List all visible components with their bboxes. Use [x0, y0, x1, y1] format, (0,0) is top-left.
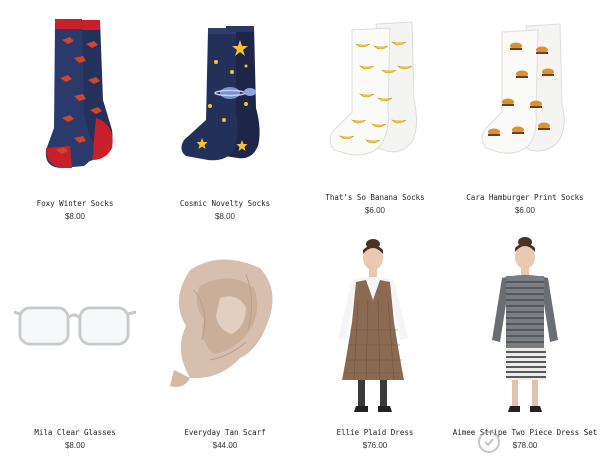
- product-card[interactable]: Everyday Tan Scarf $44.00: [150, 230, 300, 461]
- product-price: $8.00: [64, 441, 86, 450]
- product-name[interactable]: Aimee Stripe Two Piece Dress Set: [450, 428, 600, 437]
- product-card[interactable]: That’s So Banana Socks $6.00: [300, 0, 450, 225]
- product-price: $6.00: [364, 206, 386, 215]
- fox-socks-image[interactable]: [0, 0, 150, 185]
- product-grid: Foxy Winter Socks $8.00 Cosmic Novelty S…: [0, 0, 600, 461]
- product-price: $8.00: [214, 212, 236, 221]
- product-card[interactable]: Aimee Stripe Two Piece Dress Set $78.00: [450, 230, 600, 461]
- scarf-image[interactable]: [150, 230, 300, 415]
- product-name[interactable]: Cara Hamburger Print Socks: [450, 193, 600, 202]
- product-name[interactable]: Foxy Winter Socks: [0, 199, 150, 208]
- cosmic-socks-image[interactable]: [150, 0, 300, 185]
- product-name[interactable]: Ellie Plaid Dress: [300, 428, 450, 437]
- product-price: $78.00: [512, 441, 538, 450]
- product-name[interactable]: That’s So Banana Socks: [300, 193, 450, 202]
- product-price: $6.00: [514, 206, 536, 215]
- product-price: $76.00: [362, 441, 388, 450]
- stripe-dress-image[interactable]: [450, 230, 600, 420]
- product-price: $44.00: [212, 441, 238, 450]
- banana-socks-image[interactable]: [300, 0, 450, 180]
- plaid-dress-image[interactable]: [300, 230, 450, 420]
- product-card[interactable]: Mila Clear Glasses $8.00: [0, 230, 150, 461]
- hamburger-socks-image[interactable]: [450, 0, 600, 180]
- product-name[interactable]: Everyday Tan Scarf: [150, 428, 300, 437]
- product-price: $8.00: [64, 212, 86, 221]
- product-card[interactable]: Cosmic Novelty Socks $8.00: [150, 0, 300, 225]
- product-card[interactable]: Ellie Plaid Dress $76.00: [300, 230, 450, 461]
- product-card[interactable]: Foxy Winter Socks $8.00: [0, 0, 150, 225]
- glasses-image[interactable]: [0, 230, 150, 415]
- product-name[interactable]: Mila Clear Glasses: [0, 428, 150, 437]
- product-card[interactable]: Cara Hamburger Print Socks $6.00: [450, 0, 600, 225]
- product-name[interactable]: Cosmic Novelty Socks: [150, 199, 300, 208]
- watermark-icon: [477, 430, 501, 454]
